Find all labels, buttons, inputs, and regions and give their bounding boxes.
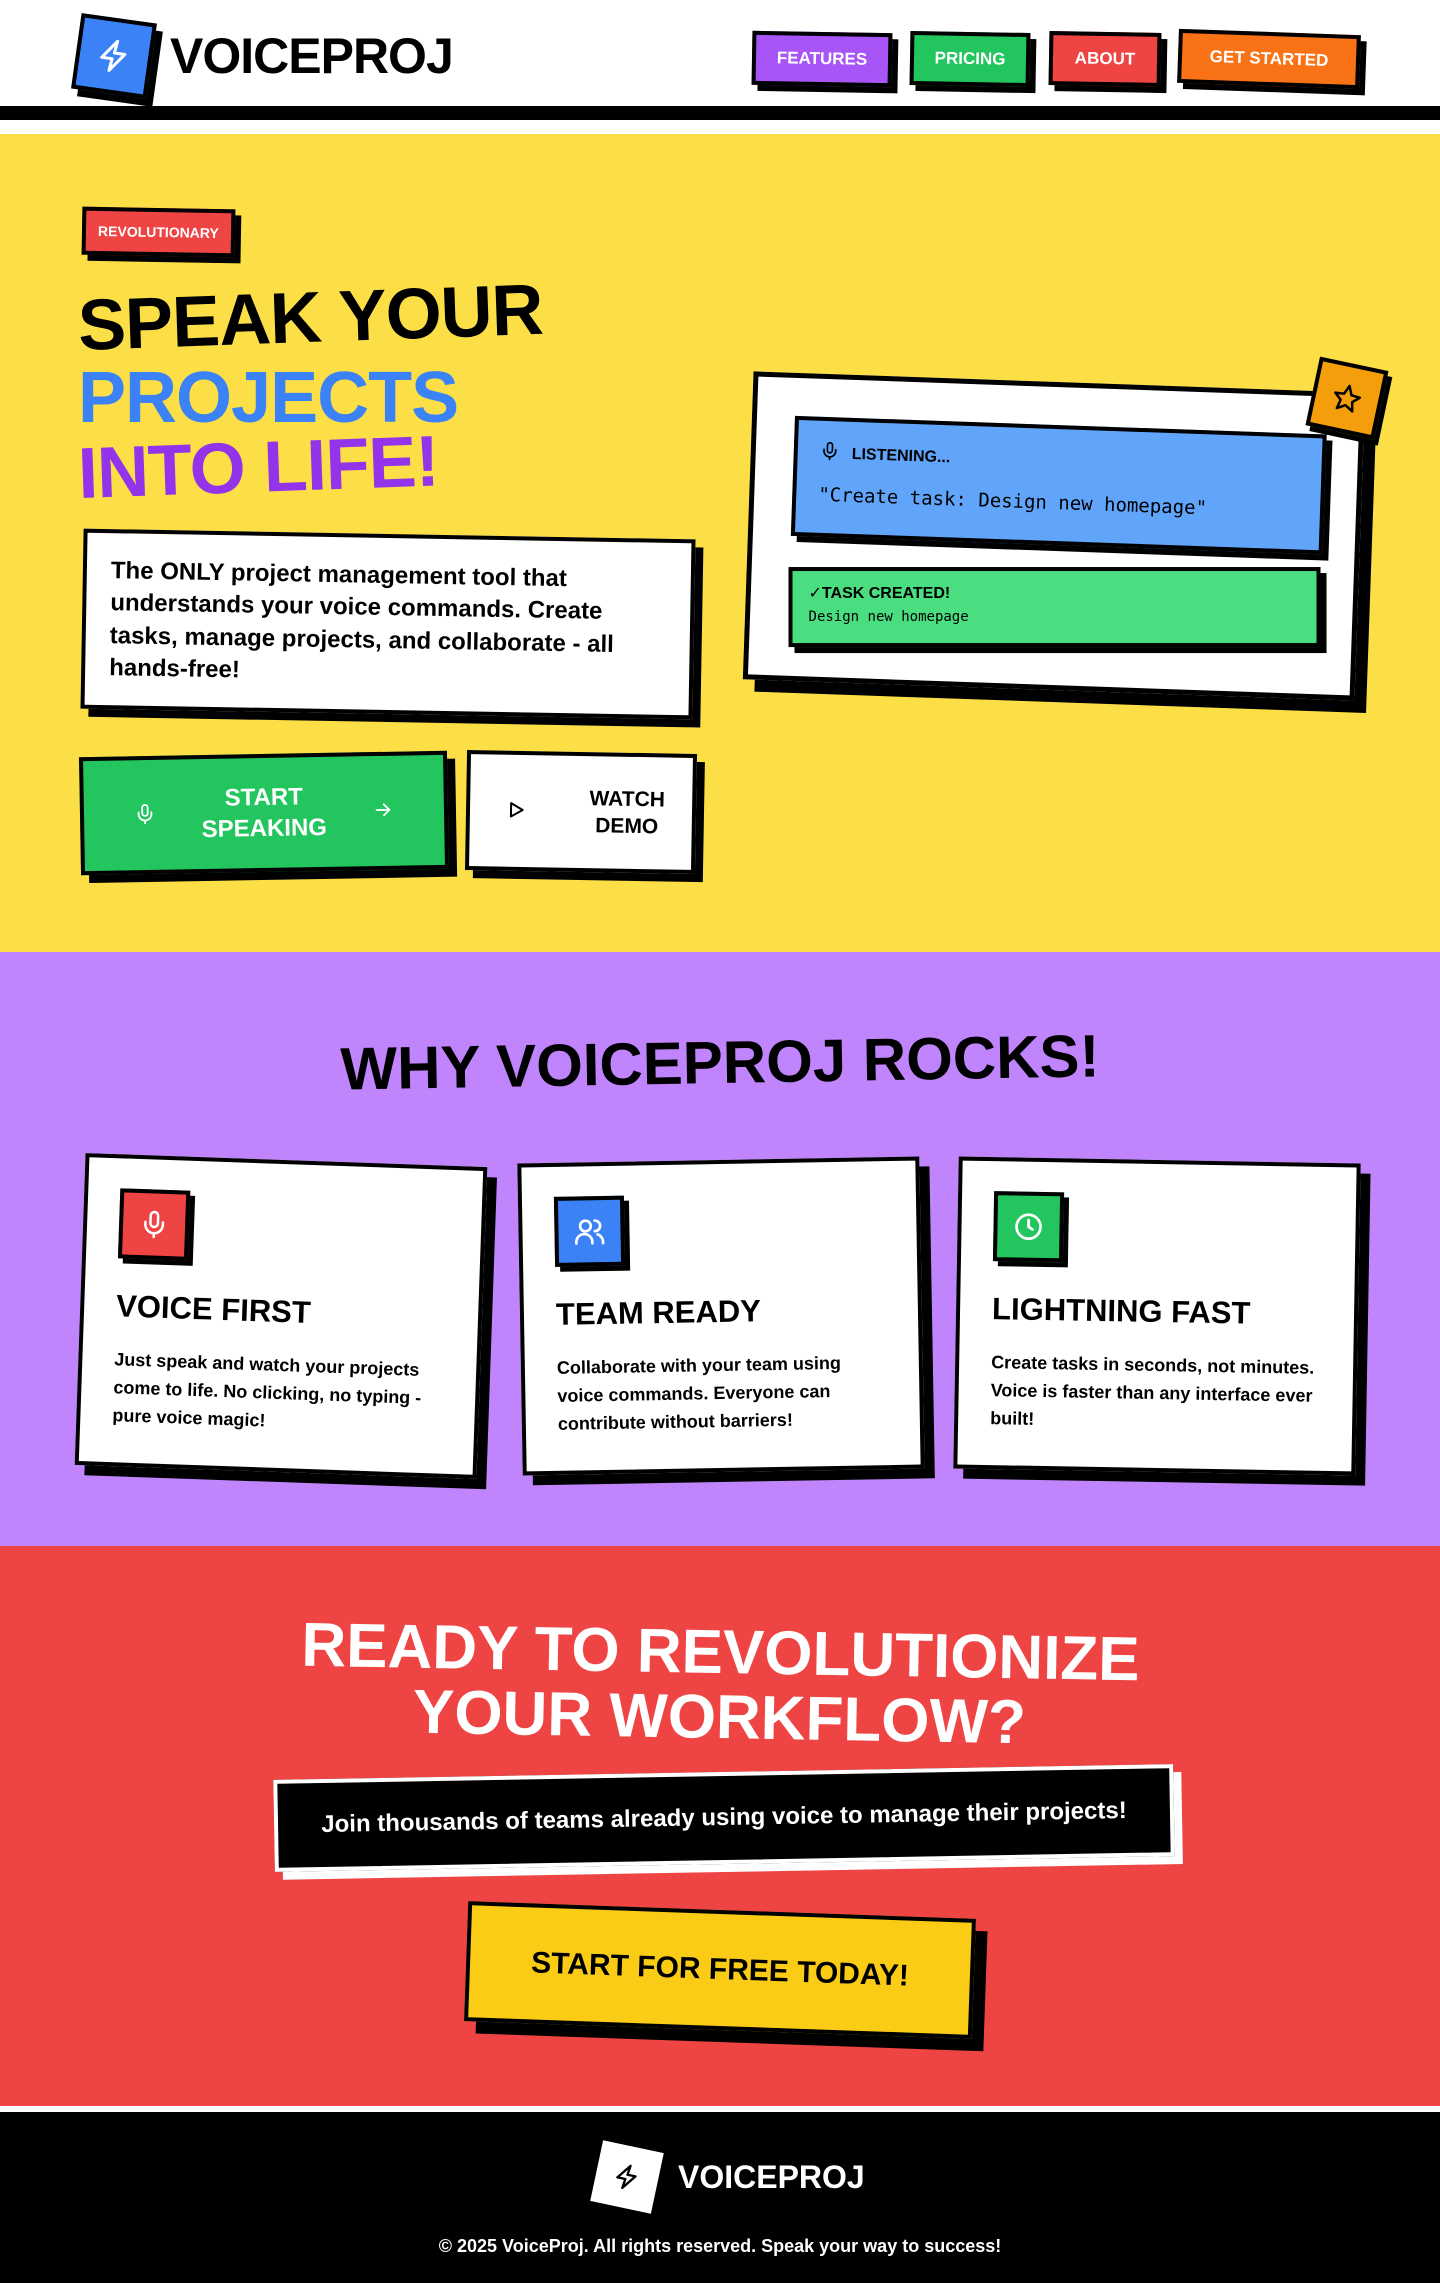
- feature-card-lightning-fast: LIGHTNING FAST Create tasks in seconds, …: [953, 1156, 1361, 1476]
- revolutionary-badge: REVOLUTIONARY: [81, 206, 236, 258]
- brand-name: VOICEPROJ: [170, 28, 454, 84]
- footer: VOICEPROJ © 2025 VoiceProj. All rights r…: [0, 2106, 1440, 2283]
- feature-text: Create tasks in seconds, not minutes. Vo…: [990, 1352, 1315, 1429]
- feature-text: Collaborate with your team using voice c…: [556, 1352, 842, 1434]
- watch-demo-button[interactable]: WATCH DEMO: [464, 750, 698, 874]
- hero-title-line-1: SPEAK YOUR: [76, 269, 544, 366]
- nav-pricing-link[interactable]: PRICING: [909, 30, 1031, 88]
- mic-icon: [819, 441, 840, 467]
- feature-title: TEAM READY: [555, 1293, 762, 1332]
- feature-title: LIGHTNING FAST: [991, 1291, 1251, 1331]
- mic-icon: [134, 802, 156, 827]
- mic-icon: [117, 1188, 191, 1261]
- voice-command-text: "Create task: Design new homepage": [817, 483, 1208, 520]
- cta-title: READY TO REVOLUTIONIZE YOUR WORKFLOW?: [0, 1607, 1440, 1762]
- nav-features-link[interactable]: FEATURES: [751, 30, 893, 88]
- voice-demo-card: LISTENING... "Create task: Design new ho…: [742, 356, 1389, 701]
- footer-brand-name: VOICEPROJ: [678, 2158, 865, 2195]
- feature-card-voice-first: VOICE FIRST Just speak and watch your pr…: [74, 1153, 488, 1479]
- watch-demo-label: WATCH DEMO: [589, 786, 666, 839]
- lightning-icon: [590, 2140, 664, 2214]
- feature-card-team-ready: TEAM READY Collaborate with your team us…: [517, 1156, 925, 1476]
- arrow-right-icon: [372, 798, 394, 823]
- lightning-icon: [71, 13, 157, 99]
- hero-title-line-3: INTO LIFE!: [76, 421, 440, 514]
- footer-logo[interactable]: VOICEPROJ: [590, 2140, 865, 2214]
- cta-section: READY TO REVOLUTIONIZE YOUR WORKFLOW? Jo…: [0, 1546, 1440, 2106]
- start-speaking-label: START SPEAKING: [201, 783, 328, 844]
- nav-about-link[interactable]: ABOUT: [1048, 31, 1162, 87]
- features-title: WHY VOICEPROJ ROCKS!: [339, 1022, 1101, 1103]
- play-icon: [506, 799, 526, 822]
- nav-get-started-button[interactable]: GET STARTED: [1177, 28, 1361, 90]
- task-created-name: Design new homepage: [808, 609, 969, 626]
- task-created-label: ✓TASK CREATED!: [808, 585, 951, 603]
- task-created-panel: ✓TASK CREATED! Design new homepage: [788, 567, 1321, 648]
- features-section: WHY VOICEPROJ ROCKS! VOICE FIRST Just sp…: [0, 952, 1440, 1546]
- hero-description: The ONLY project management tool that un…: [80, 528, 696, 720]
- listening-label: LISTENING...: [851, 445, 951, 466]
- brand-logo[interactable]: VOICEPROJ: [71, 13, 454, 99]
- clock-icon: [992, 1191, 1065, 1263]
- listening-panel: LISTENING... "Create task: Design new ho…: [790, 415, 1327, 555]
- cta-title-line-2: YOUR WORKFLOW?: [412, 1677, 1027, 1758]
- hero-section: REVOLUTIONARY SPEAK YOUR PROJECTS INTO L…: [0, 134, 1440, 952]
- start-free-button[interactable]: START FOR FREE TODAY!: [464, 1901, 976, 2039]
- start-speaking-button[interactable]: START SPEAKING: [78, 750, 450, 876]
- top-nav: VOICEPROJ FEATURES PRICING ABOUT GET STA…: [0, 0, 1440, 120]
- footer-copyright: © 2025 VoiceProj. All rights reserved. S…: [438, 2236, 1002, 2256]
- users-icon: [553, 1195, 626, 1267]
- feature-title: VOICE FIRST: [115, 1288, 312, 1331]
- feature-text: Just speak and watch your projects come …: [112, 1349, 422, 1431]
- cta-subtitle: Join thousands of teams already using vo…: [273, 1764, 1175, 1872]
- star-icon: [1305, 356, 1389, 440]
